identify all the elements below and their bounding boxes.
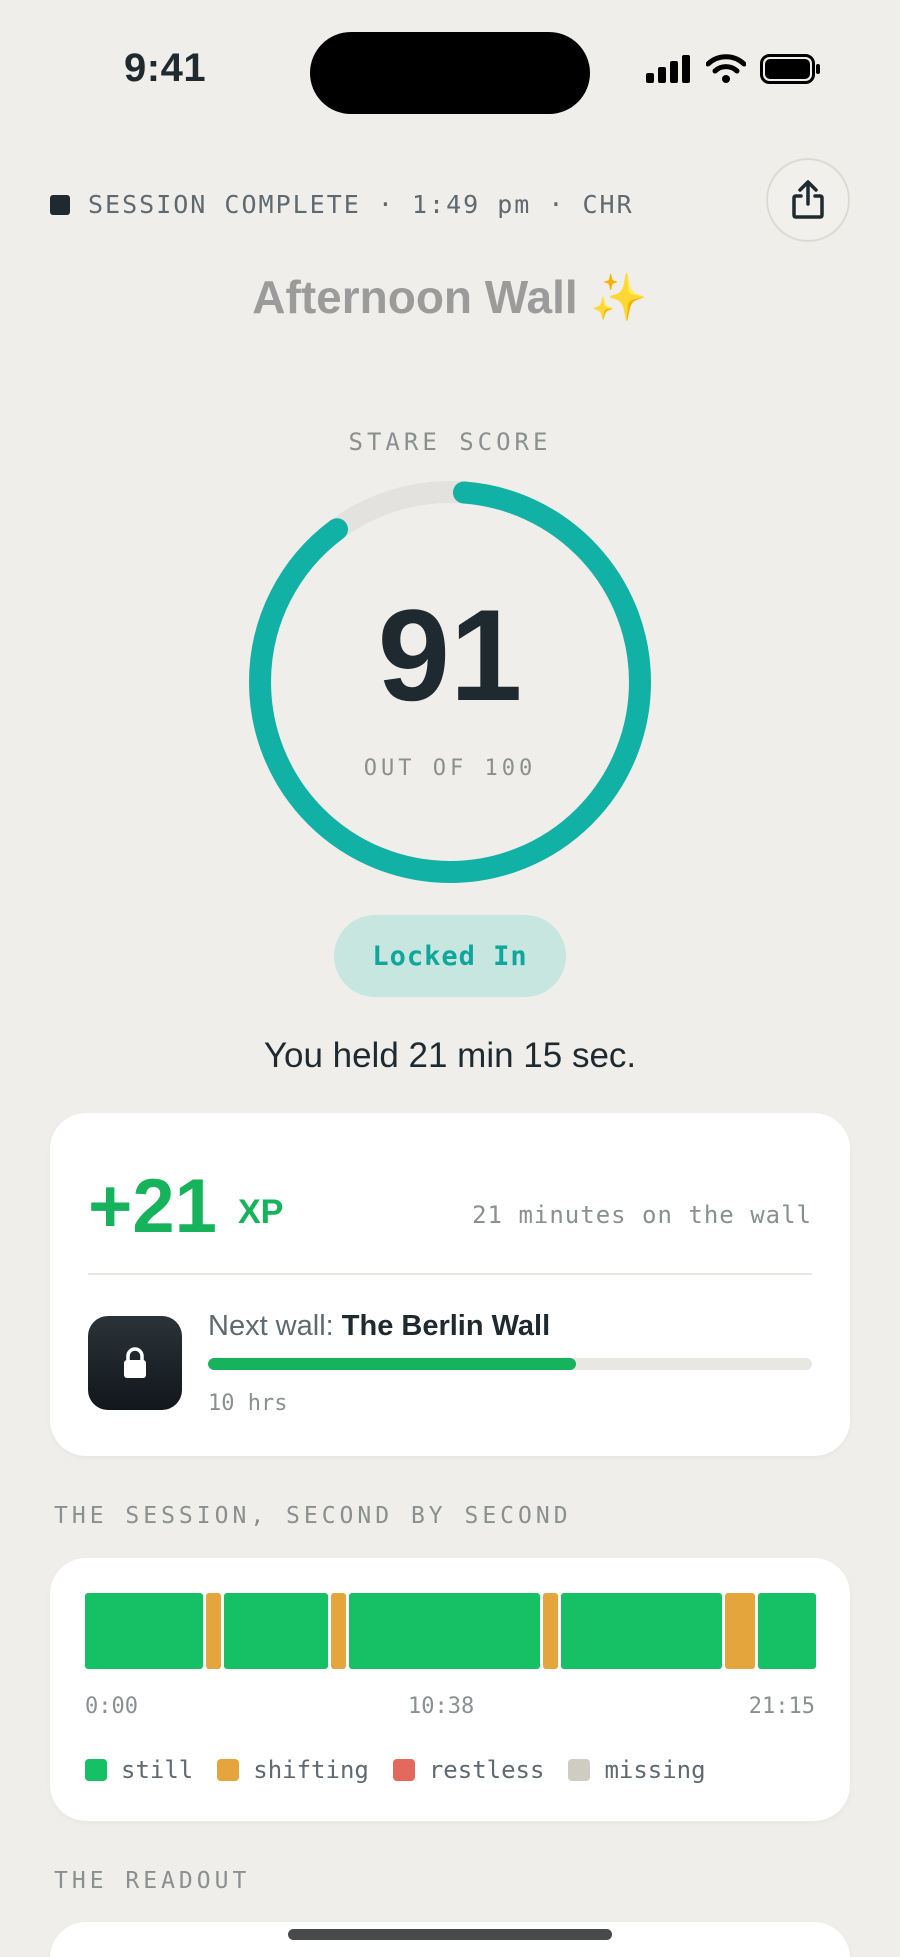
xp-unit: XP [238,1193,284,1231]
cellular-signal-icon [646,55,690,83]
xp-card: +21 XP 21 minutes on the wall Next wall:… [50,1113,850,1456]
legend-label: shifting [253,1756,369,1784]
battery-icon [760,54,820,84]
legend-item-restless: restless [392,1756,545,1784]
timeline-segment-shifting [330,1593,346,1669]
held-duration: You held 21 min 15 sec. [263,1036,637,1075]
status-time: 9:41 [124,46,207,90]
status-bar: 9:41 [0,0,900,120]
next-wall-name: The Berlin Wall [341,1310,551,1342]
score-out-of: OUT OF 100 [363,756,537,781]
readout-section-label: THE READOUT [54,1868,251,1894]
timeline-segment-still [85,1593,204,1669]
timeline-tick-mid: 10:38 [408,1694,475,1719]
next-wall-prefix: Next wall: [208,1310,342,1342]
session-status: SESSION COMPLETE · 1:49 pm · CHR [50,190,634,219]
session-timeline-card: 0:00 10:38 21:15 still shifting restless mi… [50,1558,850,1821]
next-wall-progress [208,1358,812,1370]
share-icon [792,180,824,219]
timeline-segment-still [758,1593,817,1669]
xp-amount: +21 [88,1164,217,1249]
timeline-legend: still shifting restless missing [85,1756,706,1784]
session-square-icon [50,194,70,215]
timeline-tick-start: 0:00 [85,1694,138,1719]
home-indicator[interactable] [288,1929,612,1940]
lock-icon [124,1347,146,1378]
timeline-segment-shifting [206,1593,222,1669]
legend-label: missing [604,1756,706,1784]
next-wall-lock-tile [88,1316,182,1410]
legend-swatch [568,1759,591,1781]
next-wall-goal: 10 hrs [208,1391,288,1416]
score-value: 91 [377,582,523,728]
legend-swatch [85,1759,107,1781]
session-section-label: THE SESSION, SECOND BY SECOND [54,1503,572,1529]
legend-item-missing: missing [568,1756,706,1784]
session-timeline [85,1593,817,1669]
next-wall-label: Next wall: The Berlin Wall [208,1310,550,1343]
status-badge: Locked In [334,915,566,997]
page-title: Afternoon Wall ✨ [252,271,648,323]
divider [88,1273,812,1275]
next-wall-progress-fill [208,1358,577,1370]
legend-label: restless [428,1756,545,1784]
dynamic-island [310,32,590,114]
timeline-segment-still [560,1593,723,1669]
wifi-icon [706,54,746,83]
legend-label: still [121,1756,194,1784]
legend-item-still: still [85,1756,193,1784]
legend-item-shifting: shifting [217,1756,369,1784]
timeline-segment-shifting [542,1593,558,1669]
stare-score-label: STARE SCORE [348,428,552,456]
legend-swatch [392,1759,415,1781]
timeline-segment-still [348,1593,540,1669]
session-label: SESSION COMPLETE · 1:49 pm · CHR [88,190,634,219]
timeline-segment-shifting [725,1593,756,1669]
xp-note: 21 minutes on the wall [472,1201,812,1229]
timeline-tick-end: 21:15 [748,1694,815,1719]
legend-swatch [217,1759,240,1781]
share-button[interactable] [766,158,850,242]
timeline-segment-still [224,1593,328,1669]
status-icons [646,54,822,84]
